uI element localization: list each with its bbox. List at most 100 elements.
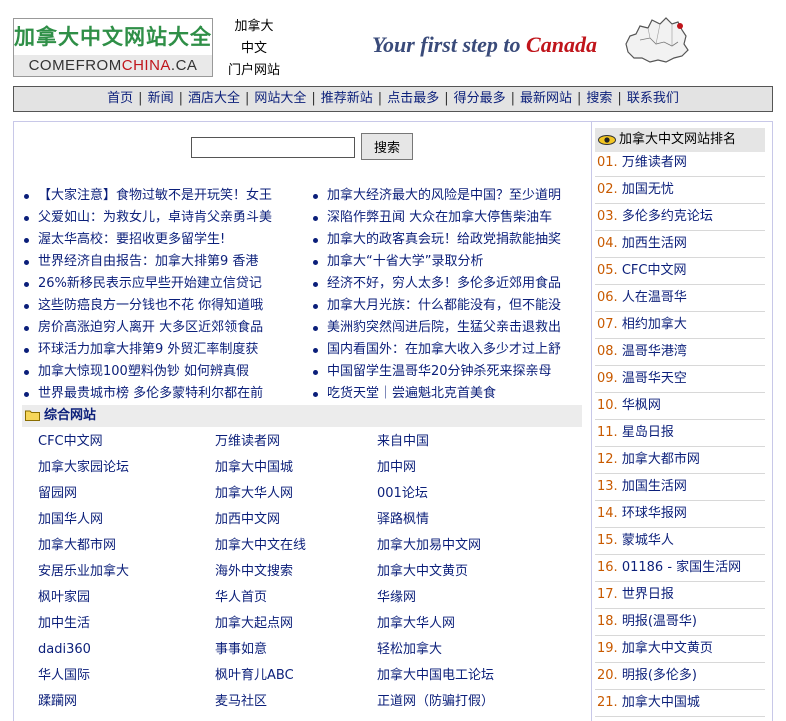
site-link[interactable]: 枫叶家园 xyxy=(38,585,90,611)
rank-number: 17. xyxy=(597,587,618,602)
site-link[interactable]: 加拿大加易中文网 xyxy=(377,533,481,559)
site-link[interactable]: CFC中文网 xyxy=(38,429,103,455)
news-link[interactable]: 【大家注意】食物过敏不是开玩笑！女王 xyxy=(38,188,272,203)
site-link[interactable]: 加拿大华人网 xyxy=(377,611,455,637)
news-item: 中国留学生温哥华20分钟杀死来探亲母 xyxy=(311,361,581,383)
site-link[interactable]: 正道网（防骗打假） xyxy=(377,689,494,715)
rank-link[interactable]: 人在温哥华 xyxy=(622,290,687,305)
nav-recommended[interactable]: 推荐新站 xyxy=(321,91,373,106)
rank-link[interactable]: 相约加拿大 xyxy=(622,317,687,332)
rank-link[interactable]: 多伦多约克论坛 xyxy=(622,209,713,224)
news-link[interactable]: 加拿大“十省大学”录取分析 xyxy=(327,254,483,269)
rank-link[interactable]: 加国无忧 xyxy=(622,182,674,197)
nav-hotels[interactable]: 酒店大全 xyxy=(188,91,240,106)
news-link[interactable]: 深陷作弊丑闻 大众在加拿大停售柴油车 xyxy=(327,210,552,225)
site-link[interactable]: 驿路枫情 xyxy=(377,507,429,533)
site-link[interactable]: 加拿大家园论坛 xyxy=(38,455,129,481)
site-link[interactable]: 加中网 xyxy=(377,455,416,481)
news-link[interactable]: 世界经济自由报告：加拿大排第9 香港 xyxy=(38,254,258,269)
rank-link[interactable]: 环球华报网 xyxy=(622,506,687,521)
site-link[interactable]: 加拿大中文在线 xyxy=(215,533,306,559)
rank-link[interactable]: 加西生活网 xyxy=(622,236,687,251)
ranking-item: 10. 华枫网 xyxy=(595,393,765,420)
site-row: 加中生活 加拿大起点网 加拿大华人网 xyxy=(38,611,578,637)
rank-link[interactable]: 明报(温哥华) xyxy=(622,614,697,629)
news-link[interactable]: 加拿大的政客真会玩！给政党捐款能抽奖 xyxy=(327,232,561,247)
site-link[interactable]: 加西中文网 xyxy=(215,507,280,533)
rank-link[interactable]: CFC中文网 xyxy=(622,263,687,278)
search-button[interactable]: 搜索 xyxy=(361,133,413,160)
rank-link[interactable]: 明报(多伦多) xyxy=(622,668,697,683)
rank-link[interactable]: 世界日报 xyxy=(622,587,674,602)
news-link[interactable]: 中国留学生温哥华20分钟杀死来探亲母 xyxy=(327,364,552,379)
rank-link[interactable]: 01186 - 家国生活网 xyxy=(622,560,741,575)
site-link[interactable]: 加国华人网 xyxy=(38,507,103,533)
news-link[interactable]: 世界最贵城市榜 多伦多蒙特利尔都在前 xyxy=(38,386,263,401)
site-link[interactable]: 华人首页 xyxy=(215,585,267,611)
site-link[interactable]: 加拿大起点网 xyxy=(215,611,293,637)
rank-link[interactable]: 温哥华港湾 xyxy=(622,344,687,359)
site-row: 华人国际 枫叶育儿ABC 加拿大中国电工论坛 xyxy=(38,663,578,689)
nav-most-clicked[interactable]: 点击最多 xyxy=(387,91,439,106)
site-row: 蹂躏网 麦马社区 正道网（防骗打假） xyxy=(38,689,578,715)
site-link[interactable]: 华人国际 xyxy=(38,663,90,689)
news-link[interactable]: 环球活力加拿大排第9 外贸汇率制度获 xyxy=(38,342,258,357)
rank-link[interactable]: 加国生活网 xyxy=(622,479,687,494)
news-link[interactable]: 加拿大月光族：什么都能没有，但不能没 xyxy=(327,298,561,313)
site-link[interactable]: 安居乐业加拿大 xyxy=(38,559,129,585)
site-link[interactable]: 华缘网 xyxy=(377,585,416,611)
nav-news[interactable]: 新闻 xyxy=(148,91,174,106)
news-link[interactable]: 加拿大经济最大的风险是中国？至少道明 xyxy=(327,188,561,203)
news-link[interactable]: 国内看国外：在加拿大收入多少才过上舒 xyxy=(327,342,561,357)
section-header: 综合网站 xyxy=(22,405,582,427)
news-link[interactable]: 这些防癌良方一分钱也不花 你得知道哦 xyxy=(38,298,263,313)
site-link[interactable]: 留园网 xyxy=(38,481,77,507)
site-link[interactable]: 来自中国 xyxy=(377,429,429,455)
site-header: 加拿大中文网站大全 COMEFROMCHINA.CA 加拿大 中文 门户网站 Y… xyxy=(0,0,786,84)
rank-link[interactable]: 万维读者网 xyxy=(622,155,687,170)
news-link[interactable]: 父爱如山：为救女儿，卓诗肯父亲勇斗美 xyxy=(38,210,272,225)
site-link[interactable]: 加拿大中文黄页 xyxy=(377,559,468,585)
news-link[interactable]: 美洲豹突然闯进后院，生猛父亲击退救出 xyxy=(327,320,561,335)
ranking-item: 04. 加西生活网 xyxy=(595,231,765,258)
news-link[interactable]: 26%新移民表示应早些开始建立信贷记 xyxy=(38,276,262,291)
news-link[interactable]: 经济不好，穷人太多！多伦多近郊用食品 xyxy=(327,276,561,291)
rank-link[interactable]: 温哥华天空 xyxy=(622,371,687,386)
site-row: 加拿大家园论坛 加拿大中国城 加中网 xyxy=(38,455,578,481)
site-link[interactable]: 轻松加拿大 xyxy=(377,637,442,663)
rank-link[interactable]: 蒙城华人 xyxy=(622,533,674,548)
nav-top-rated[interactable]: 得分最多 xyxy=(454,91,506,106)
site-link[interactable]: 万维读者网 xyxy=(215,429,280,455)
rank-link[interactable]: 华枫网 xyxy=(622,398,661,413)
rank-number: 21. xyxy=(597,695,618,710)
site-logo[interactable]: 加拿大中文网站大全 COMEFROMCHINA.CA xyxy=(13,18,213,77)
news-link[interactable]: 吃货天堂｜尝遍魁北克首美食 xyxy=(327,386,496,401)
site-link[interactable]: 加中生活 xyxy=(38,611,90,637)
site-link[interactable]: 加拿大中国电工论坛 xyxy=(377,663,494,689)
site-link[interactable]: 事事如意 xyxy=(215,637,267,663)
rank-link[interactable]: 星岛日报 xyxy=(622,425,674,440)
site-row: 加国华人网 加西中文网 驿路枫情 xyxy=(38,507,578,533)
search-input[interactable] xyxy=(191,137,355,158)
site-link[interactable]: 海外中文搜索 xyxy=(215,559,293,585)
site-link[interactable]: 蹂躏网 xyxy=(38,689,77,715)
nav-home[interactable]: 首页 xyxy=(107,91,133,106)
news-link[interactable]: 加拿大惊现100塑料伪钞 如何辨真假 xyxy=(38,364,249,379)
rank-link[interactable]: 加拿大都市网 xyxy=(622,452,700,467)
nav-contact[interactable]: 联系我们 xyxy=(627,91,679,106)
nav-separator: | xyxy=(617,91,622,106)
site-link[interactable]: 001论坛 xyxy=(377,481,428,507)
nav-search[interactable]: 搜索 xyxy=(586,91,612,106)
site-link[interactable]: 枫叶育儿ABC xyxy=(215,663,294,689)
news-link[interactable]: 渥太华高校：要招收更多留学生! xyxy=(38,232,225,247)
nav-newest[interactable]: 最新网站 xyxy=(520,91,572,106)
rank-link[interactable]: 加拿大中国城 xyxy=(622,695,700,710)
nav-sites[interactable]: 网站大全 xyxy=(254,91,306,106)
site-link[interactable]: 加拿大中国城 xyxy=(215,455,293,481)
site-link[interactable]: 麦马社区 xyxy=(215,689,267,715)
news-link[interactable]: 房价高涨迫穷人离开 大多区近郊领食品 xyxy=(38,320,263,335)
rank-link[interactable]: 加拿大中文黄页 xyxy=(622,641,713,656)
site-link[interactable]: dadi360 xyxy=(38,637,91,663)
site-link[interactable]: 加拿大华人网 xyxy=(215,481,293,507)
site-link[interactable]: 加拿大都市网 xyxy=(38,533,116,559)
